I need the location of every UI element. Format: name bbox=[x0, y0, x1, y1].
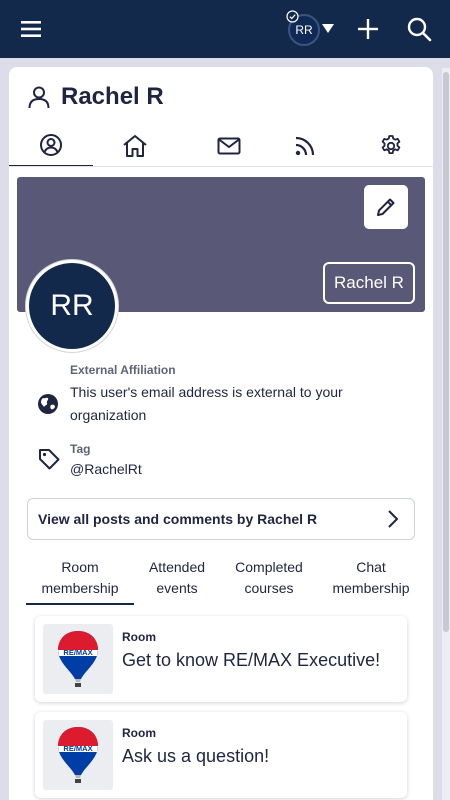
view-posts-label: View all posts and comments by Rachel R bbox=[38, 511, 318, 527]
banner-name-badge: Rachel R bbox=[323, 262, 415, 304]
home-icon bbox=[123, 135, 147, 157]
tag-label: Tag bbox=[70, 442, 91, 456]
profile-avatar: RR bbox=[26, 260, 118, 352]
tab-attended-events-line1: Attended bbox=[148, 559, 206, 575]
tag-value: @RachelRt bbox=[70, 461, 142, 477]
tab-room-membership[interactable]: Room membership bbox=[26, 557, 134, 605]
tab-completed-courses-line1: Completed bbox=[235, 559, 303, 575]
room-thumbnail: RE/MAX bbox=[43, 624, 113, 694]
tab-attended-events[interactable]: Attended events bbox=[135, 557, 219, 605]
tag-icon bbox=[39, 449, 60, 470]
status-check-icon bbox=[286, 10, 299, 23]
affiliation-value: This user's email address is external to… bbox=[70, 384, 343, 423]
caret-down-icon[interactable] bbox=[321, 21, 335, 35]
globe-icon bbox=[38, 394, 58, 414]
room-thumbnail: RE/MAX bbox=[43, 720, 113, 790]
tab-room-membership-line1: Room bbox=[61, 559, 99, 575]
remax-balloon-logo: RE/MAX bbox=[58, 631, 98, 687]
room-kind: Room bbox=[122, 630, 156, 644]
mail-icon bbox=[217, 137, 241, 155]
page-title: Rachel R bbox=[61, 83, 164, 110]
tab-feed[interactable] bbox=[263, 125, 347, 167]
tab-chat-membership[interactable]: Chat membership bbox=[321, 557, 421, 605]
room-name: Ask us a question! bbox=[122, 746, 270, 766]
view-posts-button[interactable]: View all posts and comments by Rachel R bbox=[27, 498, 415, 540]
tab-messages[interactable] bbox=[187, 125, 271, 167]
pencil-icon bbox=[377, 198, 395, 216]
tab-profile[interactable] bbox=[9, 125, 93, 167]
tabs-divider bbox=[9, 166, 433, 167]
tab-settings[interactable] bbox=[349, 125, 433, 167]
user-circle-icon bbox=[40, 134, 62, 156]
tab-completed-courses-line2: courses bbox=[244, 580, 294, 596]
tab-chat-membership-line2: membership bbox=[332, 580, 410, 596]
profile-header: Rachel R bbox=[27, 83, 164, 111]
tab-room-membership-line2: membership bbox=[41, 580, 119, 596]
gear-icon bbox=[381, 135, 401, 154]
room-kind: Room bbox=[122, 726, 156, 740]
profile-tabs bbox=[9, 125, 433, 167]
room-name: Get to know RE/MAX Executive! bbox=[122, 650, 381, 670]
top-app-bar: RR bbox=[0, 0, 450, 58]
remax-logo-text: RE/MAX bbox=[63, 648, 92, 657]
user-icon bbox=[28, 86, 50, 109]
room-card[interactable]: RE/MAX Room Get to know RE/MAX Executive… bbox=[35, 616, 407, 702]
room-card[interactable]: RE/MAX Room Ask us a question! bbox=[35, 712, 407, 798]
tab-attended-events-line2: events bbox=[156, 580, 198, 596]
scrollbar-thumb[interactable] bbox=[443, 72, 449, 632]
profile-card: Rachel R Rachel R RR External Affiliatio… bbox=[9, 67, 433, 800]
remax-logo-text: RE/MAX bbox=[63, 744, 92, 753]
affiliation-label: External Affiliation bbox=[70, 363, 176, 377]
tab-home[interactable] bbox=[93, 125, 177, 167]
plus-icon[interactable] bbox=[356, 17, 380, 41]
tab-completed-courses[interactable]: Completed courses bbox=[223, 557, 315, 605]
chevron-right-icon bbox=[388, 510, 399, 528]
membership-tabs: Room membership Attended events Complete… bbox=[9, 557, 433, 607]
remax-balloon-logo: RE/MAX bbox=[58, 727, 98, 783]
hamburger-icon[interactable] bbox=[20, 18, 42, 40]
rss-icon bbox=[295, 136, 315, 156]
edit-profile-button[interactable] bbox=[364, 185, 408, 229]
tab-chat-membership-line1: Chat bbox=[356, 559, 386, 575]
search-icon[interactable] bbox=[406, 16, 432, 42]
